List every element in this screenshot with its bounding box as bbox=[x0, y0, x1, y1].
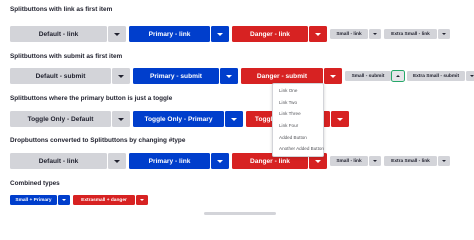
section-heading-toggle: Splitbuttons where the primary button is… bbox=[10, 95, 173, 102]
splitbutton-default-submit: Default - submit bbox=[10, 68, 130, 84]
dropbutton-default-link-toggle[interactable] bbox=[108, 153, 126, 169]
section-heading-submit: Splitbuttons with submit as first item bbox=[10, 53, 123, 60]
toggle-only-default-button[interactable]: Toggle Only - Default bbox=[10, 111, 111, 127]
dropdown-item-another-added-button[interactable]: Another Added Button bbox=[273, 143, 324, 155]
danger-submit-toggle[interactable] bbox=[324, 68, 342, 84]
splitbutton-toggle-primary: Toggle Only - Primary bbox=[133, 111, 243, 127]
danger-submit-button[interactable]: Danger - submit bbox=[241, 68, 323, 84]
dropdown-item-link-three[interactable]: Link Three bbox=[273, 108, 323, 120]
dropbutton-default-link-button[interactable]: Default - link bbox=[10, 153, 107, 169]
default-link-toggle[interactable] bbox=[108, 26, 126, 42]
splitbutton-dropbutton-extra-small: Extra Small - link bbox=[384, 156, 450, 166]
extrasmall-danger-button[interactable]: Extrasmall + danger bbox=[73, 195, 135, 205]
chevron-down-icon bbox=[114, 32, 120, 36]
dropbutton-small-link-button[interactable]: Small - link bbox=[330, 156, 368, 166]
dropdown-item-link-four[interactable]: Link Four bbox=[273, 120, 323, 132]
horizontal-scrollbar[interactable] bbox=[204, 212, 276, 215]
splitbutton-extra-small-link: Extra Small - link bbox=[384, 29, 450, 39]
splitbutton-small-link: Small - link bbox=[330, 29, 381, 39]
chevron-down-icon bbox=[330, 74, 336, 78]
splitbutton-default-link: Default - link bbox=[10, 26, 126, 42]
chevron-up-icon bbox=[396, 75, 400, 77]
small-submit-button[interactable]: Small - submit bbox=[345, 71, 391, 81]
primary-submit-button[interactable]: Primary - submit bbox=[133, 68, 219, 84]
extra-small-link-toggle[interactable] bbox=[438, 29, 450, 39]
primary-submit-toggle[interactable] bbox=[220, 68, 238, 84]
splitbutton-small-primary: Small + Primary bbox=[10, 195, 70, 205]
row-link: Default - link Primary - link Danger - l… bbox=[10, 26, 450, 42]
small-primary-button[interactable]: Small + Primary bbox=[10, 195, 57, 205]
splitbutton-dropdown-menu: Link One Link Two Link Three Link Four A… bbox=[272, 83, 324, 157]
chevron-down-icon bbox=[226, 74, 232, 78]
row-dropbuttons: Default - link Primary - link Danger - l… bbox=[10, 153, 450, 169]
section-heading-dropbuttons: Dropbuttons converted to Splitbuttons by… bbox=[10, 137, 186, 144]
chevron-down-icon bbox=[373, 33, 377, 35]
toggle-only-primary-button[interactable]: Toggle Only - Primary bbox=[133, 111, 224, 127]
chevron-down-icon bbox=[217, 159, 223, 163]
dropbutton-small-link-toggle[interactable] bbox=[369, 156, 381, 166]
splitbutton-primary-submit: Primary - submit bbox=[133, 68, 238, 84]
section-heading-link: Splitbuttons with link as first item bbox=[10, 6, 113, 13]
extrasmall-danger-toggle[interactable] bbox=[136, 195, 148, 205]
small-submit-toggle[interactable] bbox=[391, 70, 405, 82]
default-submit-toggle[interactable] bbox=[112, 68, 130, 84]
chevron-down-icon bbox=[442, 160, 446, 162]
row-submit: Default - submit Primary - submit Danger… bbox=[10, 68, 474, 84]
primary-link-button[interactable]: Primary - link bbox=[129, 26, 210, 42]
splitbutton-danger-submit: Danger - submit bbox=[241, 68, 342, 84]
chevron-down-icon bbox=[315, 159, 321, 163]
chevron-down-icon bbox=[140, 199, 144, 201]
chevron-down-icon bbox=[118, 74, 124, 78]
splitbutton-toggle-default: Toggle Only - Default bbox=[10, 111, 130, 127]
dropbutton-primary-link-toggle[interactable] bbox=[211, 153, 229, 169]
extra-small-link-button[interactable]: Extra Small - link bbox=[384, 29, 437, 39]
small-link-toggle[interactable] bbox=[369, 29, 381, 39]
dropdown-item-added-button[interactable]: Added Button bbox=[273, 131, 323, 143]
row-combined: Small + Primary Extrasmall + danger bbox=[10, 195, 148, 205]
splitbutton-primary-link: Primary - link bbox=[129, 26, 229, 42]
danger-link-button[interactable]: Danger - link bbox=[232, 26, 308, 42]
chevron-down-icon bbox=[118, 117, 124, 121]
default-link-button[interactable]: Default - link bbox=[10, 26, 107, 42]
small-link-button[interactable]: Small - link bbox=[330, 29, 368, 39]
splitbutton-danger-link: Danger - link bbox=[232, 26, 327, 42]
primary-link-toggle[interactable] bbox=[211, 26, 229, 42]
splitbutton-extrasmall-danger: Extrasmall + danger bbox=[73, 195, 148, 205]
splitbutton-dropbutton-default: Default - link bbox=[10, 153, 126, 169]
chevron-down-icon bbox=[217, 32, 223, 36]
splitbutton-dropbutton-primary: Primary - link bbox=[129, 153, 229, 169]
toggle-only-danger-toggle[interactable] bbox=[331, 111, 349, 127]
splitbutton-dropbutton-small: Small - link bbox=[330, 156, 381, 166]
dropbutton-primary-link-button[interactable]: Primary - link bbox=[129, 153, 210, 169]
toggle-only-default-toggle[interactable] bbox=[112, 111, 130, 127]
dropdown-item-link-two[interactable]: Link Two bbox=[273, 97, 323, 109]
chevron-down-icon bbox=[231, 117, 237, 121]
chevron-down-icon bbox=[373, 160, 377, 162]
splitbutton-extra-small-submit: Extra Small - submit bbox=[407, 71, 474, 81]
toggle-only-primary-toggle[interactable] bbox=[225, 111, 243, 127]
chevron-down-icon bbox=[442, 33, 446, 35]
danger-link-toggle[interactable] bbox=[309, 26, 327, 42]
dropdown-item-link-one[interactable]: Link One bbox=[273, 85, 323, 97]
dropbutton-extra-small-link-button[interactable]: Extra Small - link bbox=[384, 156, 437, 166]
chevron-down-icon bbox=[114, 159, 120, 163]
default-submit-button[interactable]: Default - submit bbox=[10, 68, 111, 84]
extra-small-submit-toggle[interactable] bbox=[466, 71, 474, 81]
small-primary-toggle[interactable] bbox=[58, 195, 70, 205]
chevron-down-icon bbox=[315, 32, 321, 36]
chevron-down-icon bbox=[62, 199, 66, 201]
splitbutton-small-submit: Small - submit bbox=[345, 70, 405, 82]
section-heading-combined: Combined types bbox=[10, 180, 60, 187]
chevron-down-icon bbox=[470, 75, 474, 77]
extra-small-submit-button[interactable]: Extra Small - submit bbox=[407, 71, 465, 81]
chevron-down-icon bbox=[337, 117, 343, 121]
dropbutton-extra-small-link-toggle[interactable] bbox=[438, 156, 450, 166]
